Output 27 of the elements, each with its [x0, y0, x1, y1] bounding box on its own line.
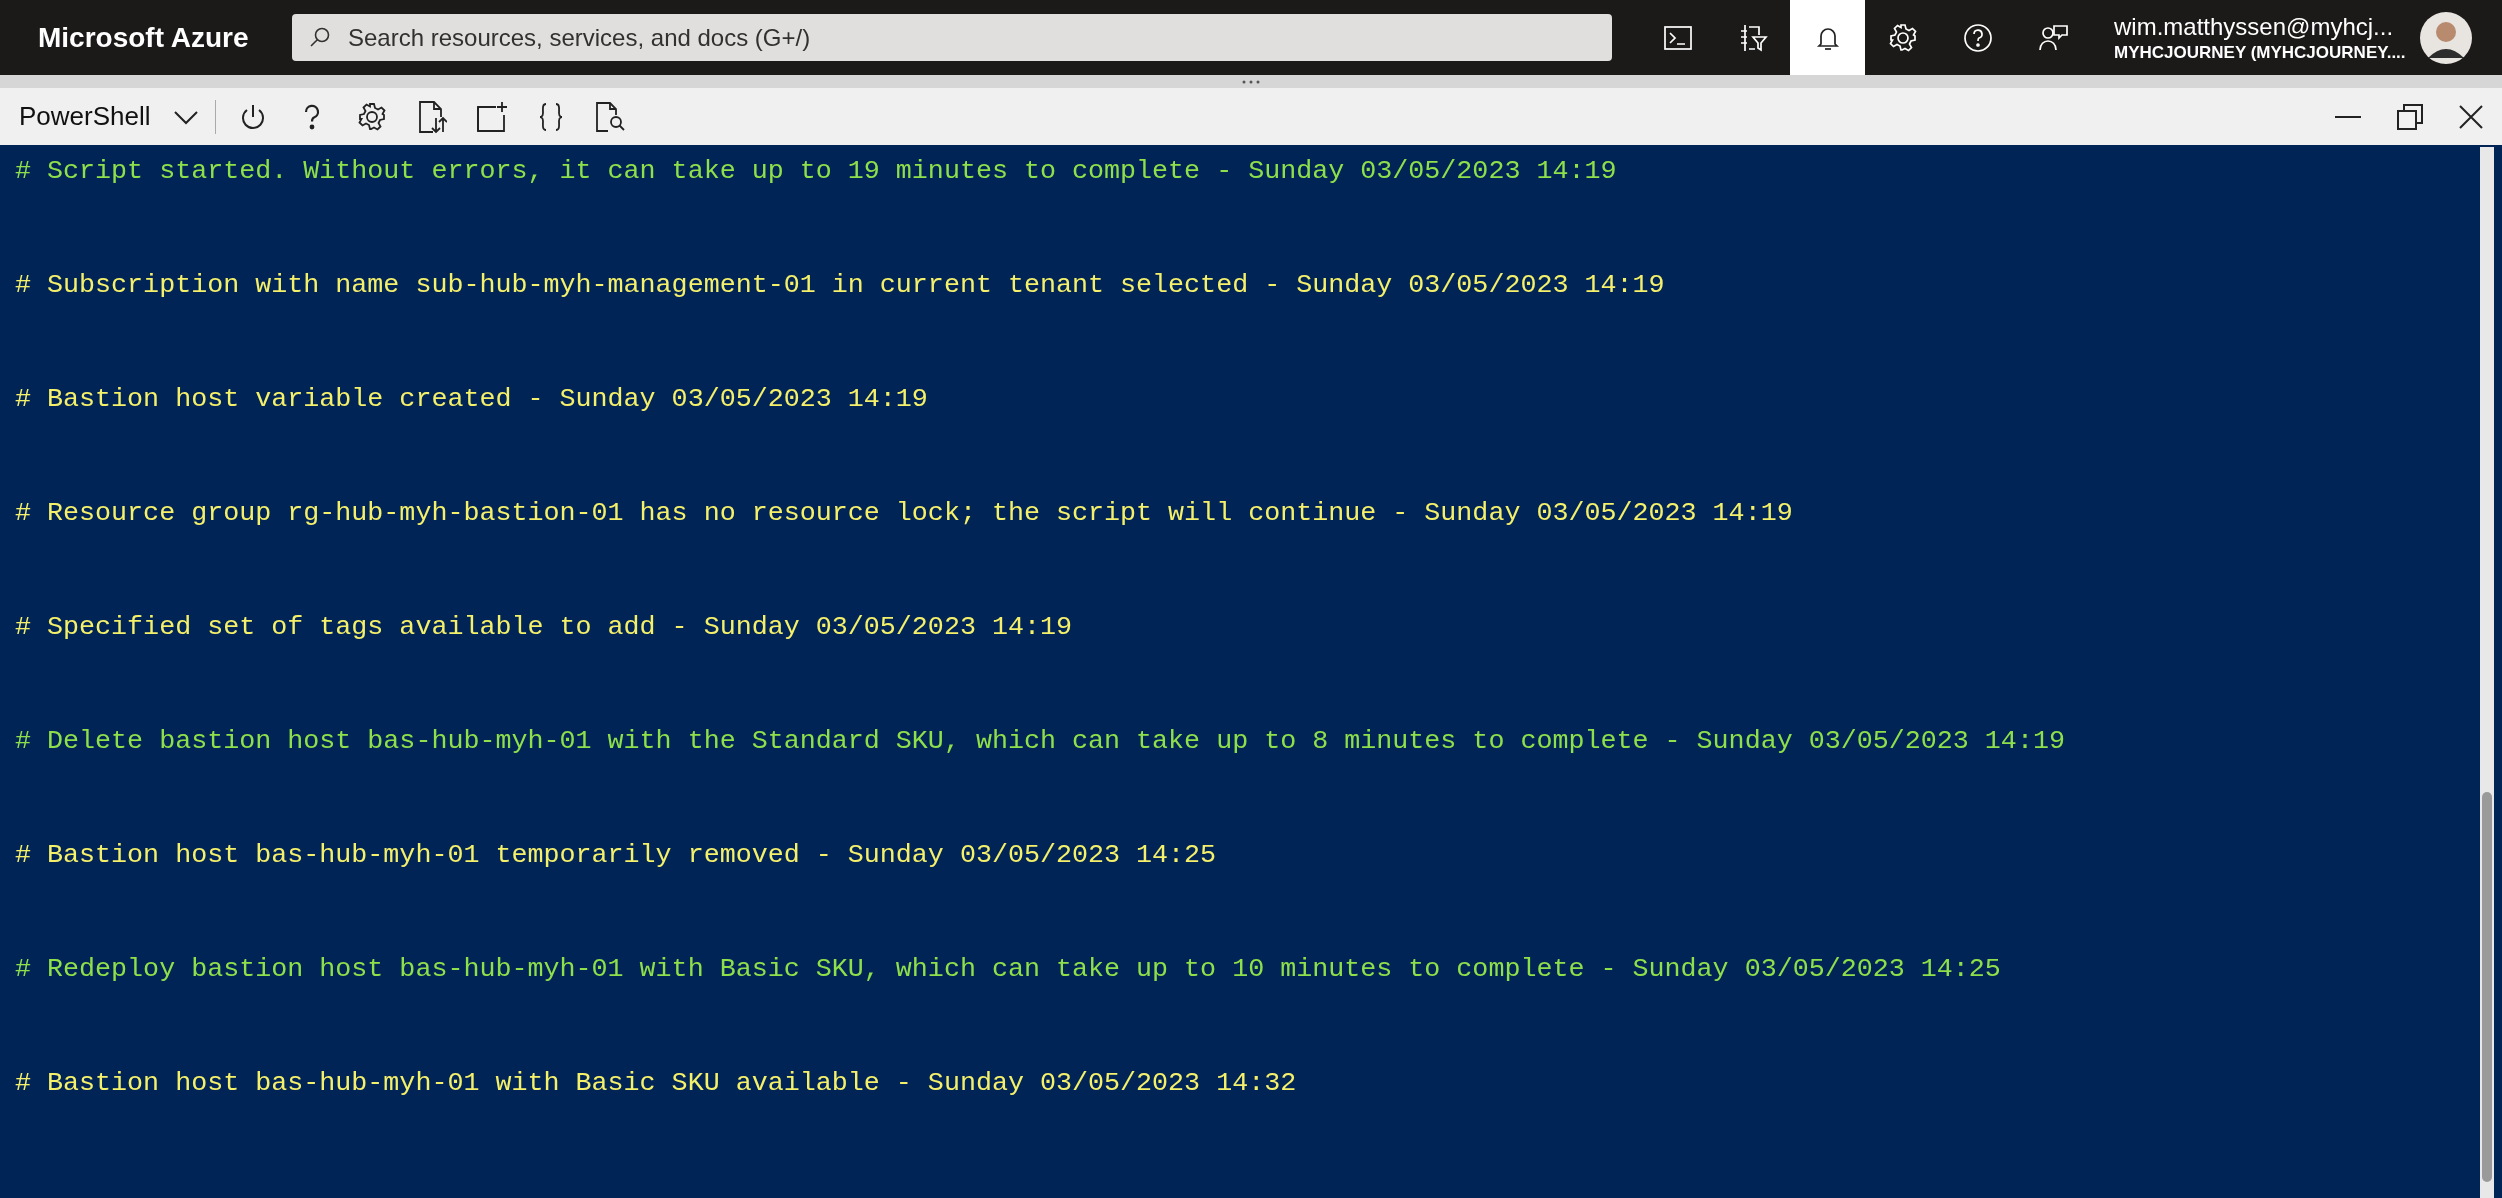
- terminal-line: # Delete bastion host bas-hub-myh-01 with the Standard SKU, which can take up to 8 minutes to complete - Sunday 03/05/2023 14:19: [15, 726, 2065, 756]
- terminal-line: # Resource group rg-hub-myh-bastion-01 has no resource lock; the script will continue - Sunday 03/05/2023 14:19: [15, 498, 1793, 528]
- restore-icon[interactable]: [2396, 102, 2424, 131]
- bell-button[interactable]: [1790, 0, 1865, 75]
- resize-handle-icon[interactable]: [1241, 79, 1261, 84]
- close-icon[interactable]: [2458, 103, 2484, 130]
- terminal-line: # Bastion host bas-hub-myh-01 with Basic SKU available - Sunday 03/05/2023 14:32: [15, 1068, 1297, 1098]
- upload-download-icon[interactable]: [416, 99, 447, 134]
- scrollbar[interactable]: [2480, 147, 2494, 1198]
- document-search-icon[interactable]: [593, 100, 626, 133]
- directory-name[interactable]: MYHCJOURNEY (MYHCJOURNEY....: [2114, 41, 2406, 64]
- terminal-line: # Redeploy bastion host bas-hub-myh-01 with Basic SKU, which can take up to 10 minutes to complete - Sunday 03/05/2023 14:25: [15, 954, 2001, 984]
- settings-icon[interactable]: [355, 100, 388, 133]
- account-email[interactable]: wim.matthyssen@myhcj...: [2114, 11, 2406, 42]
- terminal-line: # Bastion host variable created - Sunday 03/05/2023 14:19: [15, 384, 928, 414]
- search-icon: [308, 25, 332, 49]
- chevron-down-icon: [172, 108, 199, 125]
- terminal-line: # Specified set of tags available to add - Sunday 03/05/2023 14:19: [15, 612, 1072, 642]
- help-icon: [1961, 21, 1994, 54]
- shell-selector[interactable]: PowerShell: [0, 97, 211, 136]
- portal-title[interactable]: Microsoft Azure: [0, 16, 292, 59]
- search-field[interactable]: Search resources, services, and docs (G+/): [292, 14, 1612, 61]
- terminal-line: # Subscription with name sub-hub-myh-management-01 in current tenant selected - Sunday 03/05/2023 14:19: [15, 270, 1665, 300]
- terminal-line: # Bastion host bas-hub-myh-01 temporarily removed - Sunday 03/05/2023 14:25: [15, 840, 1217, 870]
- terminal-line: # Script started. Without errors, it can take up to 19 minutes to complete - Sunday 03/05/2023 14:19: [15, 156, 1617, 186]
- avatar[interactable]: [2419, 11, 2472, 64]
- new-session-icon[interactable]: [475, 100, 508, 133]
